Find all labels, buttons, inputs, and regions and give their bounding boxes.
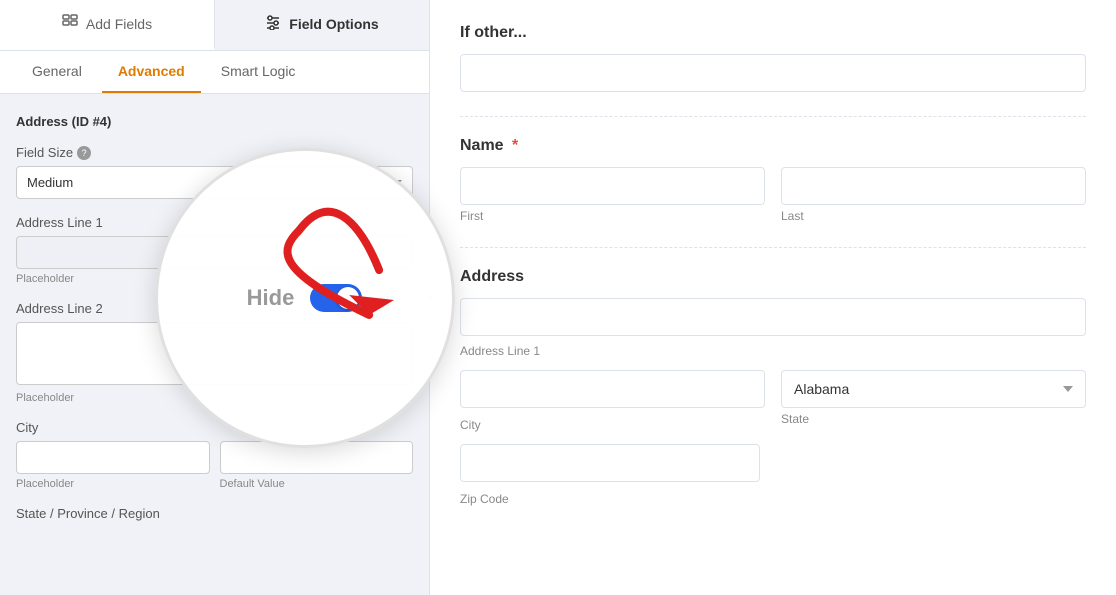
address-title: Address [460, 268, 1086, 286]
city-default-label: Default Value [220, 478, 414, 490]
grid-icon [62, 14, 78, 33]
tab-field-options-label: Field Options [289, 16, 378, 32]
right-panel: If other... Name * First Last Address Ad… [430, 0, 1116, 595]
city-state-row: City Alabama Alaska Arizona Arkansas Cal… [460, 370, 1086, 432]
state-group: State / Province / Region [16, 506, 413, 521]
hide-toggle[interactable] [310, 284, 362, 312]
hide-overlay: Hide [155, 148, 455, 448]
address-section: Address Address Line 1 City Alabama Alas… [460, 268, 1086, 506]
city-inputs: Placeholder Default Value [16, 441, 413, 490]
city-placeholder-label: Placeholder [16, 478, 210, 490]
tab-add-fields[interactable]: Add Fields [0, 0, 215, 50]
first-label: First [460, 209, 765, 223]
divider-1 [460, 116, 1086, 117]
name-row: First Last [460, 167, 1086, 223]
toggle-track [310, 284, 362, 312]
toggle-thumb [337, 287, 359, 309]
top-tab-bar: Add Fields Field Options [0, 0, 429, 51]
last-name-group: Last [781, 167, 1086, 223]
last-label: Last [781, 209, 1086, 223]
state-form-label: State [781, 412, 1086, 426]
state-form-select[interactable]: Alabama Alaska Arizona Arkansas Californ… [781, 370, 1086, 408]
section-title: Address (ID #4) [16, 114, 413, 129]
first-name-input[interactable] [460, 167, 765, 205]
divider-2 [460, 247, 1086, 248]
first-name-group: First [460, 167, 765, 223]
left-panel: Add Fields Field Options General Advance… [0, 0, 430, 595]
sub-tab-bar: General Advanced Smart Logic [0, 51, 429, 94]
zip-label: Zip Code [460, 492, 1086, 506]
address-line1-form-input[interactable] [460, 298, 1086, 336]
if-other-input[interactable] [460, 54, 1086, 92]
state-form-group: Alabama Alaska Arizona Arkansas Californ… [781, 370, 1086, 432]
field-size-help-icon[interactable]: ? [77, 146, 91, 160]
zip-group: Zip Code [460, 444, 1086, 506]
sub-tab-general[interactable]: General [16, 51, 98, 93]
required-star: * [512, 137, 518, 154]
city-placeholder-group: Placeholder [16, 441, 210, 490]
city-form-group: City [460, 370, 765, 432]
overlay-content: Hide [247, 284, 363, 312]
name-title: Name * [460, 137, 1086, 155]
city-default-group: Default Value [220, 441, 414, 490]
tab-add-fields-label: Add Fields [86, 16, 152, 32]
last-name-input[interactable] [781, 167, 1086, 205]
state-label: State / Province / Region [16, 506, 413, 521]
hide-label: Hide [247, 285, 295, 311]
tab-field-options[interactable]: Field Options [215, 0, 429, 50]
city-form-label: City [460, 418, 765, 432]
city-placeholder-input[interactable] [16, 441, 210, 474]
sliders-icon [265, 14, 281, 33]
if-other-title: If other... [460, 24, 1086, 42]
if-other-section: If other... [460, 24, 1086, 92]
sub-tab-advanced[interactable]: Advanced [102, 51, 201, 93]
address-line1-form-label: Address Line 1 [460, 344, 1086, 358]
name-section: Name * First Last [460, 137, 1086, 223]
zip-input[interactable] [460, 444, 760, 482]
sub-tab-smart-logic[interactable]: Smart Logic [205, 51, 312, 93]
city-form-input[interactable] [460, 370, 765, 408]
